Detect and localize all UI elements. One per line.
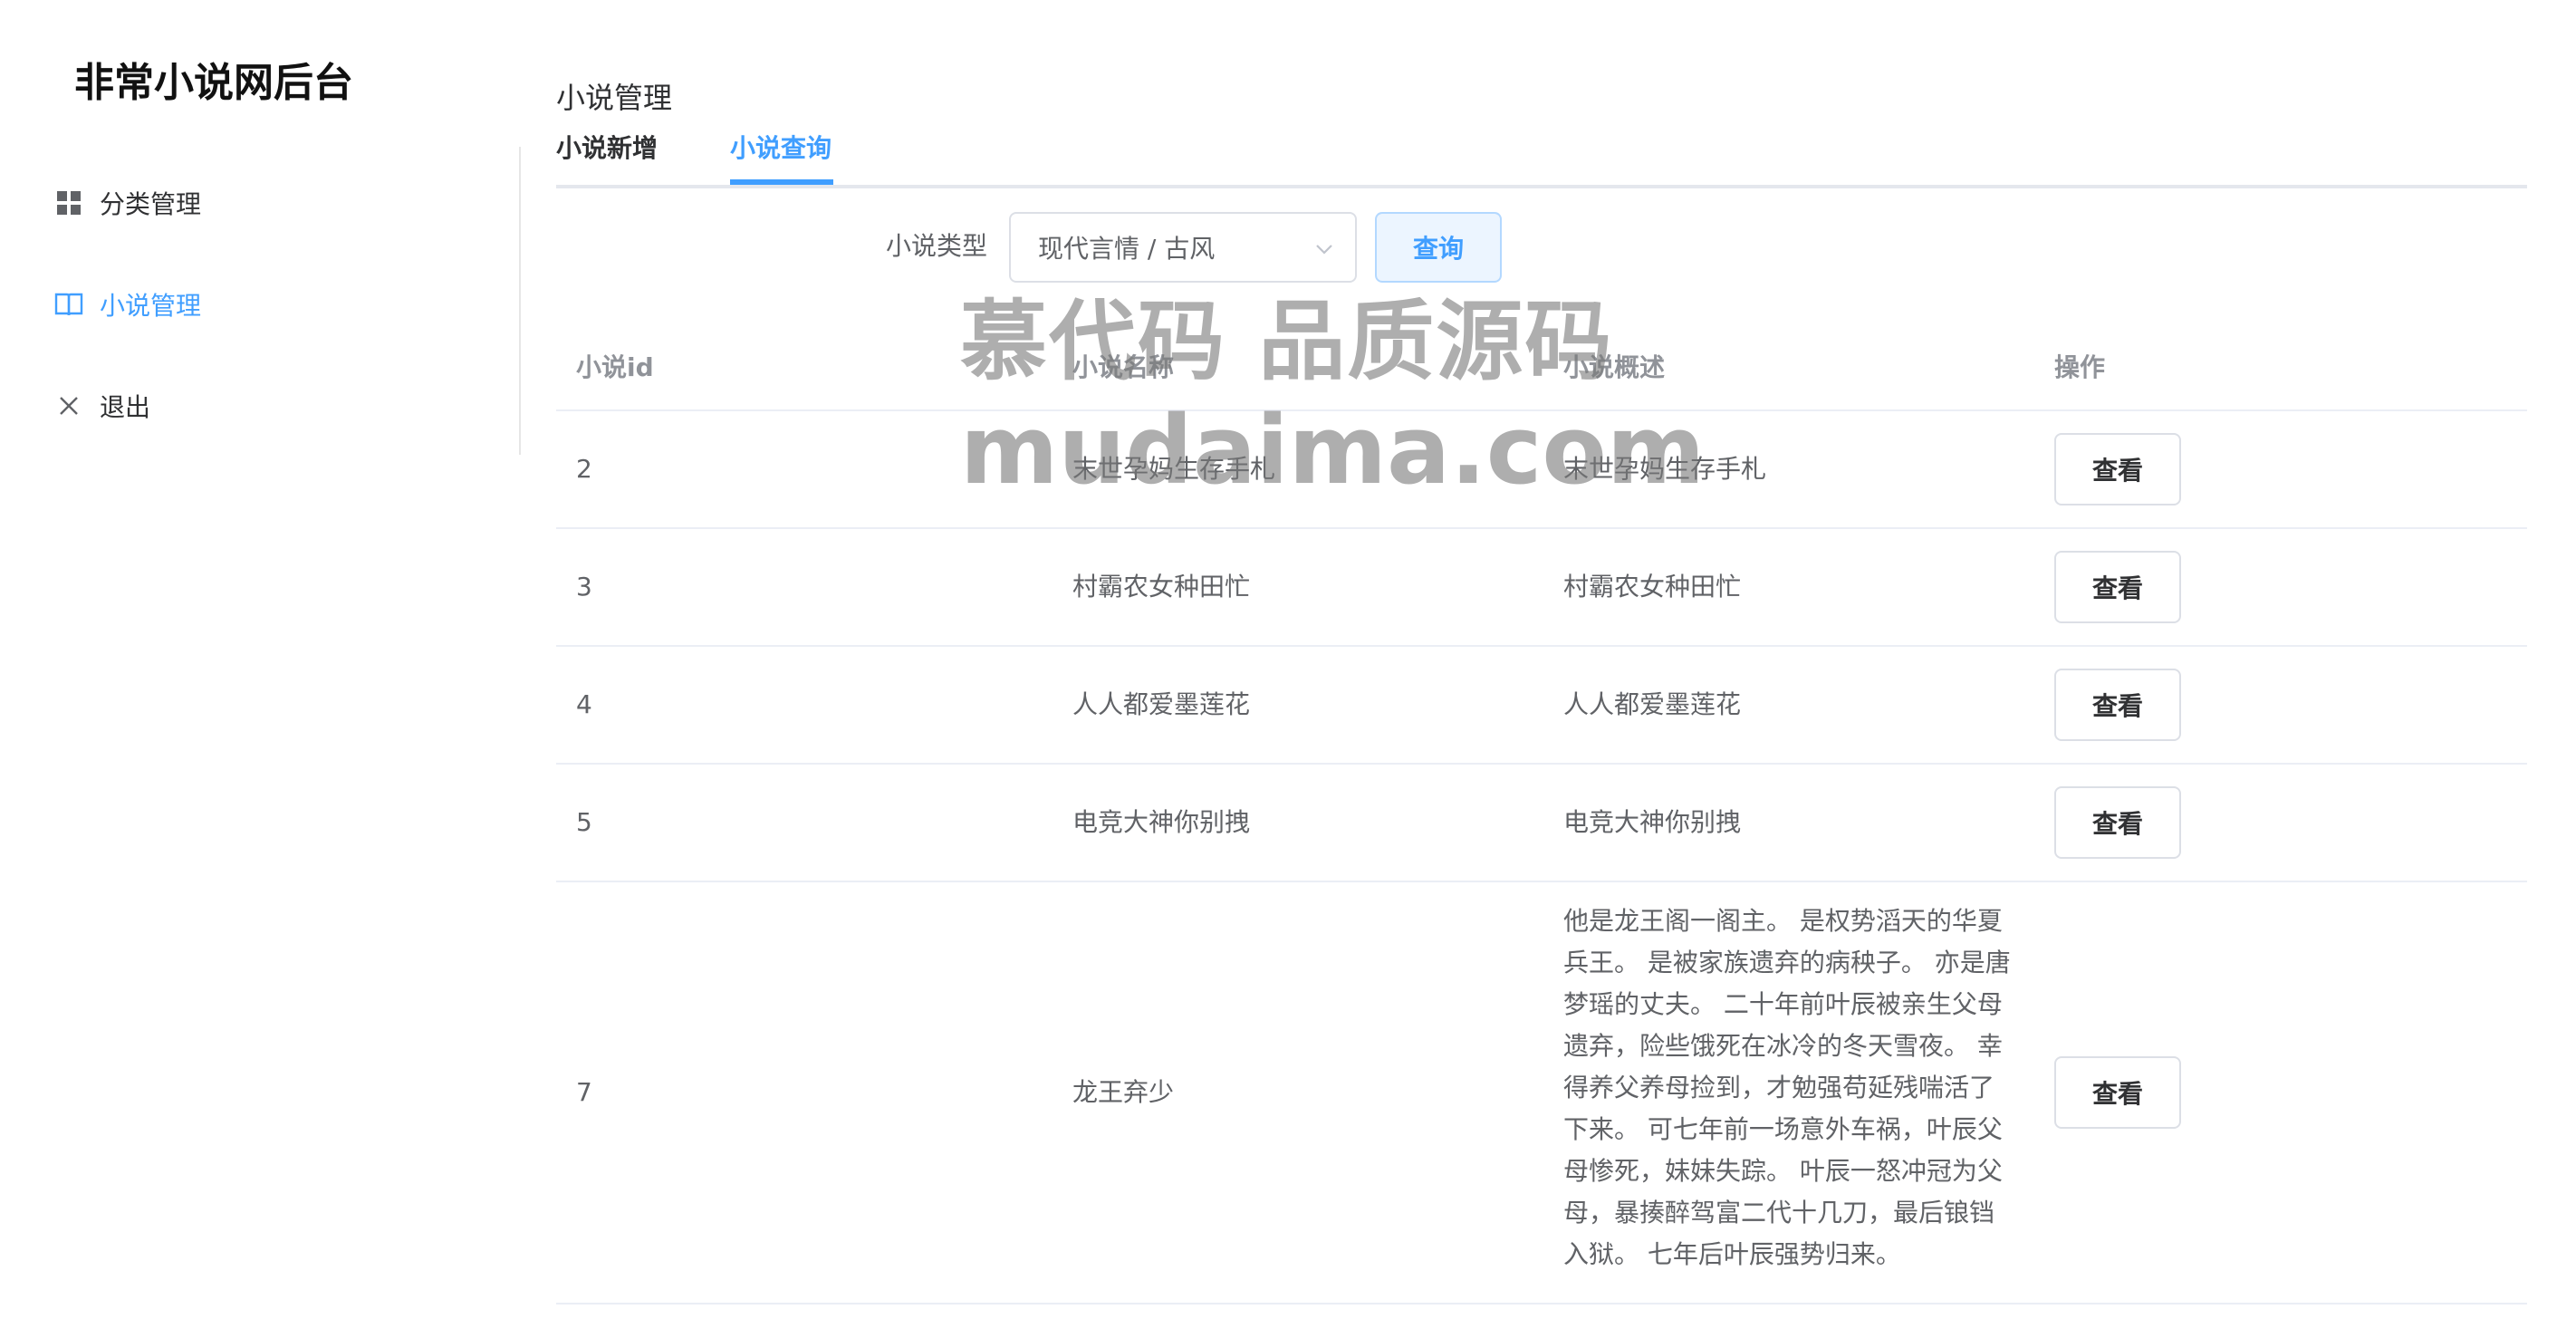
cell-name: 人人都爱墨莲花 — [1072, 689, 1251, 719]
view-button[interactable]: 查看 — [2054, 433, 2181, 505]
select-value: 现代言情 / 古风 — [1038, 234, 1216, 264]
cell-desc: 电竞大神你别拽 — [1563, 807, 1742, 837]
cell-id: 3 — [576, 572, 592, 602]
tabs: 小说新增 小说查询 — [556, 127, 2527, 188]
column-header-name: 小说名称 — [1072, 352, 1175, 382]
table-row: 2 末世孕妈生存手札 末世孕妈生存手札 查看 — [556, 411, 2527, 529]
tab-query-novel[interactable]: 小说查询 — [730, 127, 831, 185]
view-button[interactable]: 查看 — [2054, 786, 2181, 859]
sidebar: 非常小说网后台 分类管理 小说管理 退出 — [0, 0, 522, 1319]
cell-name: 电竞大神你别拽 — [1072, 807, 1251, 837]
tab-add-novel[interactable]: 小说新增 — [556, 127, 658, 185]
view-button[interactable]: 查看 — [2054, 669, 2181, 741]
chevron-down-icon — [1313, 237, 1335, 263]
cell-id: 7 — [576, 1077, 592, 1107]
sidebar-item-label: 退出 — [100, 392, 151, 422]
cell-desc: 村霸农女种田忙 — [1563, 572, 1742, 602]
sidebar-item-category[interactable]: 分类管理 — [54, 176, 201, 230]
cell-desc: 他是龙王阁一阁主。 是权势滔天的华夏兵王。 是被家族遗弃的病秧子。 亦是唐梦瑶的… — [1563, 906, 2011, 1269]
cell-name: 村霸农女种田忙 — [1072, 572, 1251, 602]
sidebar-item-logout[interactable]: 退出 — [54, 379, 150, 433]
table-row: 7 龙王弃少 他是龙王阁一阁主。 是权势滔天的华夏兵王。 是被家族遗弃的病秧子。… — [556, 882, 2527, 1305]
sidebar-item-novel[interactable]: 小说管理 — [54, 277, 201, 332]
sidebar-item-label: 小说管理 — [100, 291, 202, 321]
sidebar-divider — [519, 147, 521, 455]
grid-icon — [54, 188, 83, 217]
table-row: 4 人人都爱墨莲花 人人都爱墨莲花 查看 — [556, 647, 2527, 765]
cell-desc: 人人都爱墨莲花 — [1563, 689, 1742, 719]
sidebar-item-label: 分类管理 — [100, 189, 202, 219]
cell-desc: 末世孕妈生存手札 — [1563, 454, 1767, 484]
cell-id: 2 — [576, 454, 592, 484]
filter-label: 小说类型 — [886, 231, 988, 261]
column-header-id: 小说id — [576, 352, 654, 382]
column-header-action: 操作 — [2054, 352, 2106, 382]
category-select[interactable]: 现代言情 / 古风 — [1009, 212, 1357, 283]
view-button[interactable]: 查看 — [2054, 1056, 2181, 1129]
table-header: 小说id 小说名称 小说概述 操作 — [556, 335, 2527, 411]
cell-id: 5 — [576, 807, 592, 837]
table-row: 5 电竞大神你别拽 电竞大神你别拽 查看 — [556, 765, 2527, 882]
column-header-desc: 小说概述 — [1563, 352, 1666, 382]
table-row: 3 村霸农女种田忙 村霸农女种田忙 查看 — [556, 529, 2527, 647]
cell-name: 末世孕妈生存手札 — [1072, 454, 1276, 484]
view-button[interactable]: 查看 — [2054, 551, 2181, 623]
page-title: 小说管理 — [556, 81, 673, 115]
novel-table: 小说id 小说名称 小说概述 操作 2 末世孕妈生存手札 末世孕妈生存手札 查看… — [556, 335, 2527, 1305]
book-icon — [54, 290, 83, 319]
cell-id: 4 — [576, 689, 592, 719]
query-button[interactable]: 查询 — [1375, 212, 1502, 283]
cell-name: 龙王弃少 — [1072, 1077, 1175, 1107]
app-title: 非常小说网后台 — [74, 60, 353, 106]
close-icon — [54, 391, 83, 420]
active-tab-indicator — [730, 179, 833, 185]
